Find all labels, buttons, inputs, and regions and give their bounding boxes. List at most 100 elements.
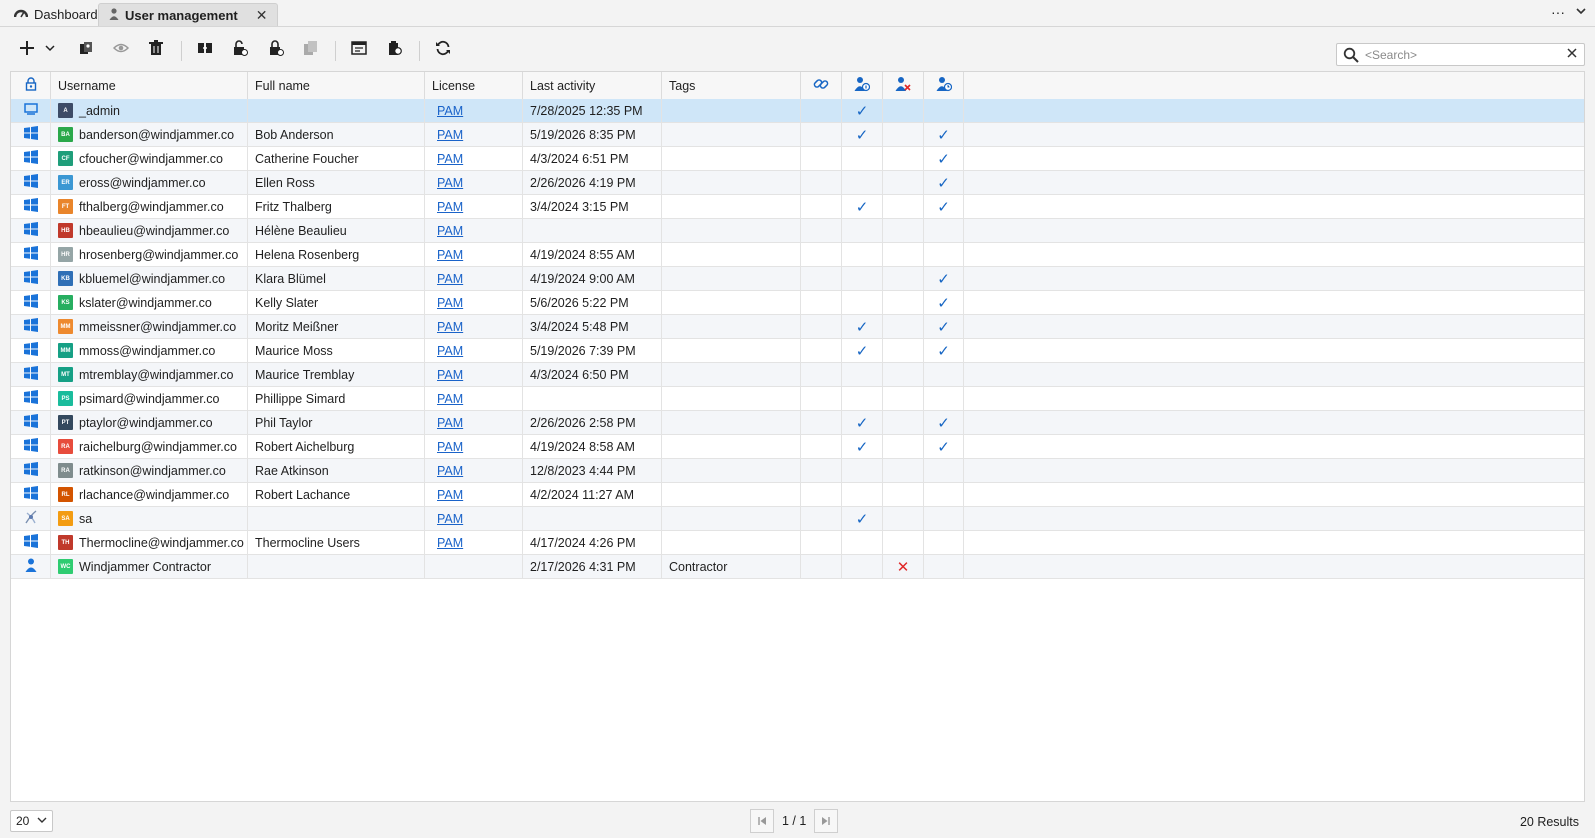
- table-row[interactable]: KS kslater@windjammer.co Kelly Slater PAM 5/…: [11, 291, 1584, 315]
- user-type-cell: [11, 291, 51, 314]
- chevron-down-icon[interactable]: [1575, 4, 1587, 20]
- fullname-cell: Helena Rosenberg: [248, 243, 425, 266]
- move-users-button[interactable]: [193, 36, 217, 60]
- link-cell: [801, 531, 842, 554]
- tags-cell: [662, 459, 801, 482]
- table-row[interactable]: ER eross@windjammer.co Ellen Ross PAM 2/26/2…: [11, 171, 1584, 195]
- copy-rights-button[interactable]: [299, 36, 323, 60]
- last-activity-cell: [523, 507, 662, 530]
- table-row[interactable]: HB hbeaulieu@windjammer.co Hélène Beaulieu…: [11, 219, 1584, 243]
- license-link[interactable]: PAM: [437, 272, 463, 286]
- column-header-user-time[interactable]: [924, 72, 964, 99]
- tags-cell: [662, 483, 801, 506]
- windows-icon: [23, 462, 38, 479]
- column-header-type[interactable]: [11, 72, 51, 99]
- table-row[interactable]: RA raichelburg@windjammer.co Robert Aichel…: [11, 435, 1584, 459]
- license-link[interactable]: PAM: [437, 176, 463, 190]
- license-link[interactable]: PAM: [437, 152, 463, 166]
- user-info-cell: [842, 531, 883, 554]
- license-link[interactable]: PAM: [437, 440, 463, 454]
- first-page-button[interactable]: [750, 809, 774, 833]
- user-disabled-cell: [883, 171, 924, 194]
- table-row[interactable]: BA banderson@windjammer.co Bob Anderson PAM…: [11, 123, 1584, 147]
- table-row[interactable]: PT ptaylor@windjammer.co Phil Taylor PAM 2/2…: [11, 411, 1584, 435]
- license-link[interactable]: PAM: [437, 416, 463, 430]
- license-link[interactable]: PAM: [437, 512, 463, 526]
- table-row[interactable]: PS psimard@windjammer.co Phillippe Simard P…: [11, 387, 1584, 411]
- username-cell: ER eross@windjammer.co: [51, 171, 248, 194]
- license-link[interactable]: PAM: [437, 488, 463, 502]
- user-disabled-cell: [883, 243, 924, 266]
- view-button[interactable]: [109, 36, 133, 60]
- user-disabled-cell: [883, 99, 924, 122]
- license-link[interactable]: PAM: [437, 320, 463, 334]
- clear-cache-button[interactable]: [383, 36, 407, 60]
- license-link[interactable]: PAM: [437, 248, 463, 262]
- table-row[interactable]: TH Thermocline@windjammer.co Thermocline U…: [11, 531, 1584, 555]
- license-link[interactable]: PAM: [437, 104, 463, 118]
- table-row[interactable]: RA ratkinson@windjammer.co Rae Atkinson PAM…: [11, 459, 1584, 483]
- sql-server-icon: [24, 509, 38, 528]
- properties-button[interactable]: [347, 36, 371, 60]
- clear-search-icon[interactable]: [1566, 47, 1578, 62]
- unlock-user-button[interactable]: [228, 36, 252, 60]
- user-time-cell: ✓: [924, 171, 964, 194]
- close-tab-button[interactable]: ✕: [256, 7, 268, 24]
- duplicate-user-button[interactable]: [74, 36, 98, 60]
- table-row[interactable]: A _admin PAM 7/28/2025 12:35 PM ✓: [11, 99, 1584, 123]
- last-activity-cell: 2/26/2026 4:19 PM: [523, 171, 662, 194]
- column-header-user-disabled[interactable]: [883, 72, 924, 99]
- tags-cell: [662, 435, 801, 458]
- license-link[interactable]: PAM: [437, 392, 463, 406]
- search-input[interactable]: [1363, 46, 1553, 63]
- add-options-dropdown[interactable]: [43, 36, 57, 60]
- license-link[interactable]: PAM: [437, 296, 463, 310]
- table-row[interactable]: MM mmoss@windjammer.co Maurice Moss PAM 5/19…: [11, 339, 1584, 363]
- table-row[interactable]: SA sa PAM ✓: [11, 507, 1584, 531]
- table-row[interactable]: KB kbluemel@windjammer.co Klara Blümel PAM 4…: [11, 267, 1584, 291]
- fullname-cell: Fritz Thalberg: [248, 195, 425, 218]
- delete-icon[interactable]: [144, 36, 168, 60]
- column-header-last-activity[interactable]: Last activity: [523, 72, 662, 99]
- table-row[interactable]: CF cfoucher@windjammer.co Catherine Fouche…: [11, 147, 1584, 171]
- license-link[interactable]: PAM: [437, 536, 463, 550]
- table-row[interactable]: WC Windjammer Contractor 2/17/2026 4:31 PM…: [11, 555, 1584, 579]
- user-info-cell: [842, 171, 883, 194]
- tab-user-management[interactable]: User management ✕: [98, 3, 279, 26]
- license-link[interactable]: PAM: [437, 200, 463, 214]
- more-menu-button[interactable]: ···: [1551, 4, 1565, 20]
- user-time-cell: ✓: [924, 147, 964, 170]
- last-page-button[interactable]: [814, 809, 839, 833]
- column-header-fullname[interactable]: Full name: [248, 72, 425, 99]
- license-cell: PAM: [425, 411, 523, 434]
- checkmark-icon: ✓: [855, 318, 869, 336]
- license-link[interactable]: PAM: [437, 464, 463, 478]
- lock-user-button[interactable]: [264, 36, 288, 60]
- user-time-cell: [924, 483, 964, 506]
- refresh-icon[interactable]: [431, 36, 455, 60]
- column-header-user-info[interactable]: [842, 72, 883, 99]
- license-link[interactable]: PAM: [437, 128, 463, 142]
- link-cell: [801, 507, 842, 530]
- license-link[interactable]: PAM: [437, 224, 463, 238]
- avatar: HB: [58, 223, 73, 238]
- link-cell: [801, 387, 842, 410]
- add-user-button[interactable]: [15, 36, 39, 60]
- column-header-license[interactable]: License: [425, 72, 523, 99]
- tags-cell: Contractor: [662, 555, 801, 578]
- table-row[interactable]: HR hrosenberg@windjammer.co Helena Rosenbe…: [11, 243, 1584, 267]
- table-row[interactable]: FT fthalberg@windjammer.co Fritz Thalberg P…: [11, 195, 1584, 219]
- column-header-username[interactable]: Username: [51, 72, 248, 99]
- link-cell: [801, 291, 842, 314]
- license-link[interactable]: PAM: [437, 368, 463, 382]
- checkmark-icon: ✓: [937, 198, 950, 216]
- table-row[interactable]: RL rlachance@windjammer.co Robert Lachance…: [11, 483, 1584, 507]
- license-link[interactable]: PAM: [437, 344, 463, 358]
- column-header-link[interactable]: [801, 72, 842, 99]
- table-row[interactable]: MM mmeissner@windjammer.co Moritz Meißner P…: [11, 315, 1584, 339]
- page-size-select[interactable]: 20: [10, 810, 53, 832]
- table-row[interactable]: MT mtremblay@windjammer.co Maurice Trembla…: [11, 363, 1584, 387]
- fullname-cell: Phillippe Simard: [248, 387, 425, 410]
- tab-dashboard[interactable]: Dashboard: [4, 3, 108, 26]
- column-header-tags[interactable]: Tags: [662, 72, 801, 99]
